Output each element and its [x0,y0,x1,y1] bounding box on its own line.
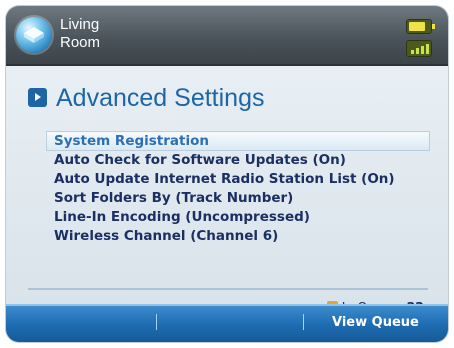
signal-strength-icon [406,40,432,57]
screen: Living Room Advanced Settings System Reg… [6,6,448,342]
battery-icon [406,19,435,34]
room-name-line1: Living [60,16,100,33]
divider [28,288,428,290]
room-name-line2: Room [60,34,101,51]
softkey-separator [303,314,304,330]
settings-panel: Advanced Settings System Registration Au… [6,66,448,314]
menu-item-line-in-encoding[interactable]: Line-In Encoding (Uncompressed) [50,208,430,227]
softkey-bar: View Queue [6,304,448,342]
menu-item-auto-check-updates[interactable]: Auto Check for Software Updates (On) [50,151,430,170]
menu-item-system-registration[interactable]: System Registration [46,131,430,151]
menu-item-auto-update-radio-list[interactable]: Auto Update Internet Radio Station List … [50,170,430,189]
speaker-room-icon [16,17,52,53]
play-arrow-icon [28,88,47,107]
header-bar: Living Room [6,6,448,66]
room-name: Living Room [60,16,100,52]
menu-item-sort-folders[interactable]: Sort Folders By (Track Number) [50,189,430,208]
menu-item-wireless-channel[interactable]: Wireless Channel (Channel 6) [50,227,430,246]
device-frame: Living Room Advanced Settings System Reg… [0,0,454,348]
settings-menu: System Registration Auto Check for Softw… [46,131,430,246]
view-queue-button[interactable]: View Queue [332,306,419,342]
page-title: Advanced Settings [56,84,265,112]
softkey-separator [156,314,157,330]
